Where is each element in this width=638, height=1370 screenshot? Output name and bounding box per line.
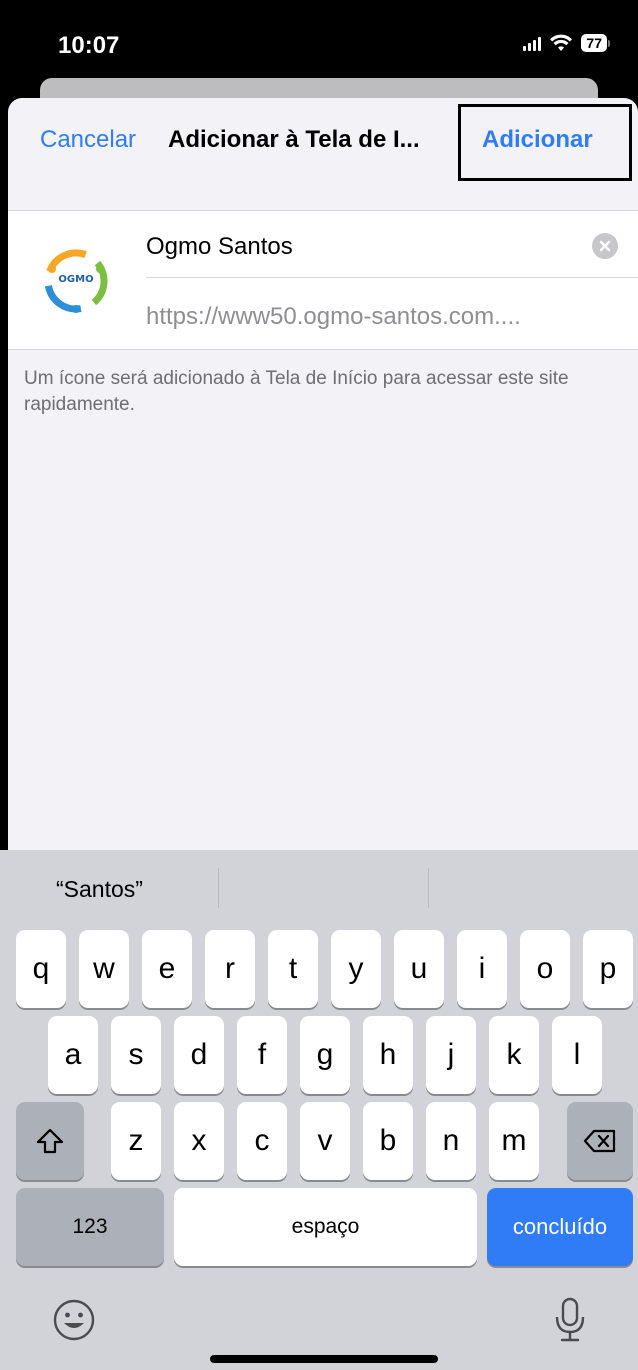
home-indicator bbox=[210, 1355, 438, 1363]
key-a[interactable]: a bbox=[48, 1016, 98, 1094]
key-r[interactable]: r bbox=[205, 930, 255, 1008]
keyboard: “Santos” q w e r t y u i o p a s d f g h… bbox=[0, 850, 638, 1370]
key-u[interactable]: u bbox=[394, 930, 444, 1008]
key-b[interactable]: b bbox=[363, 1102, 413, 1180]
suggestion-divider bbox=[428, 868, 429, 908]
shift-arrow-icon bbox=[36, 1128, 64, 1154]
key-x[interactable]: x bbox=[174, 1102, 224, 1180]
add-button[interactable]: Adicionar bbox=[482, 126, 593, 154]
site-icon-label: OGMO bbox=[58, 274, 94, 285]
key-k[interactable]: k bbox=[489, 1016, 539, 1094]
emoji-icon[interactable] bbox=[52, 1298, 96, 1347]
numbers-key[interactable]: 123 bbox=[16, 1188, 164, 1266]
site-name-input[interactable] bbox=[146, 221, 576, 273]
key-t[interactable]: t bbox=[268, 930, 318, 1008]
backspace-key[interactable] bbox=[567, 1102, 633, 1180]
status-time: 10:07 bbox=[58, 32, 120, 59]
key-i[interactable]: i bbox=[457, 930, 507, 1008]
suggestion-item[interactable]: “Santos” bbox=[56, 876, 143, 903]
key-m[interactable]: m bbox=[489, 1102, 539, 1180]
backspace-icon bbox=[583, 1129, 616, 1153]
key-f[interactable]: f bbox=[237, 1016, 287, 1094]
space-key[interactable]: espaço bbox=[174, 1188, 477, 1266]
key-y[interactable]: y bbox=[331, 930, 381, 1008]
key-o[interactable]: o bbox=[520, 930, 570, 1008]
key-l[interactable]: l bbox=[552, 1016, 602, 1094]
clear-text-button[interactable] bbox=[592, 233, 618, 259]
key-n[interactable]: n bbox=[426, 1102, 476, 1180]
key-h[interactable]: h bbox=[363, 1016, 413, 1094]
key-c[interactable]: c bbox=[237, 1102, 287, 1180]
site-url: https://www50.ogmo-santos.com.... bbox=[146, 303, 521, 330]
key-v[interactable]: v bbox=[300, 1102, 350, 1180]
status-icons: 77 bbox=[523, 34, 610, 52]
battery-icon: 77 bbox=[581, 34, 610, 52]
nav-bar: Cancelar Adicionar à Tela de I... Adicio… bbox=[8, 98, 638, 210]
done-key[interactable]: concluído bbox=[487, 1188, 633, 1266]
sheet-title: Adicionar à Tela de I... bbox=[168, 126, 420, 153]
battery-level: 77 bbox=[581, 34, 607, 52]
microphone-icon[interactable] bbox=[552, 1296, 588, 1349]
key-w[interactable]: w bbox=[79, 930, 129, 1008]
card-divider bbox=[146, 277, 638, 278]
key-d[interactable]: d bbox=[174, 1016, 224, 1094]
suggestion-divider bbox=[218, 868, 219, 908]
status-bar: 10:07 77 bbox=[0, 0, 638, 90]
hint-text: Um ícone será adicionado à Tela de Iníci… bbox=[24, 368, 569, 415]
clear-icon bbox=[599, 240, 611, 252]
add-to-home-sheet: Cancelar Adicionar à Tela de I... Adicio… bbox=[8, 98, 638, 850]
site-card: OGMO https://www50.ogmo-santos.com.... bbox=[8, 210, 638, 350]
key-e[interactable]: e bbox=[142, 930, 192, 1008]
key-p[interactable]: p bbox=[583, 930, 633, 1008]
suggestion-bar: “Santos” bbox=[0, 850, 638, 930]
cellular-signal-icon bbox=[523, 35, 542, 51]
shift-key[interactable] bbox=[16, 1102, 84, 1180]
cancel-button[interactable]: Cancelar bbox=[40, 126, 136, 154]
site-app-icon: OGMO bbox=[42, 247, 110, 315]
key-j[interactable]: j bbox=[426, 1016, 476, 1094]
key-z[interactable]: z bbox=[111, 1102, 161, 1180]
key-g[interactable]: g bbox=[300, 1016, 350, 1094]
wifi-icon bbox=[549, 34, 573, 52]
key-s[interactable]: s bbox=[111, 1016, 161, 1094]
key-q[interactable]: q bbox=[16, 930, 66, 1008]
